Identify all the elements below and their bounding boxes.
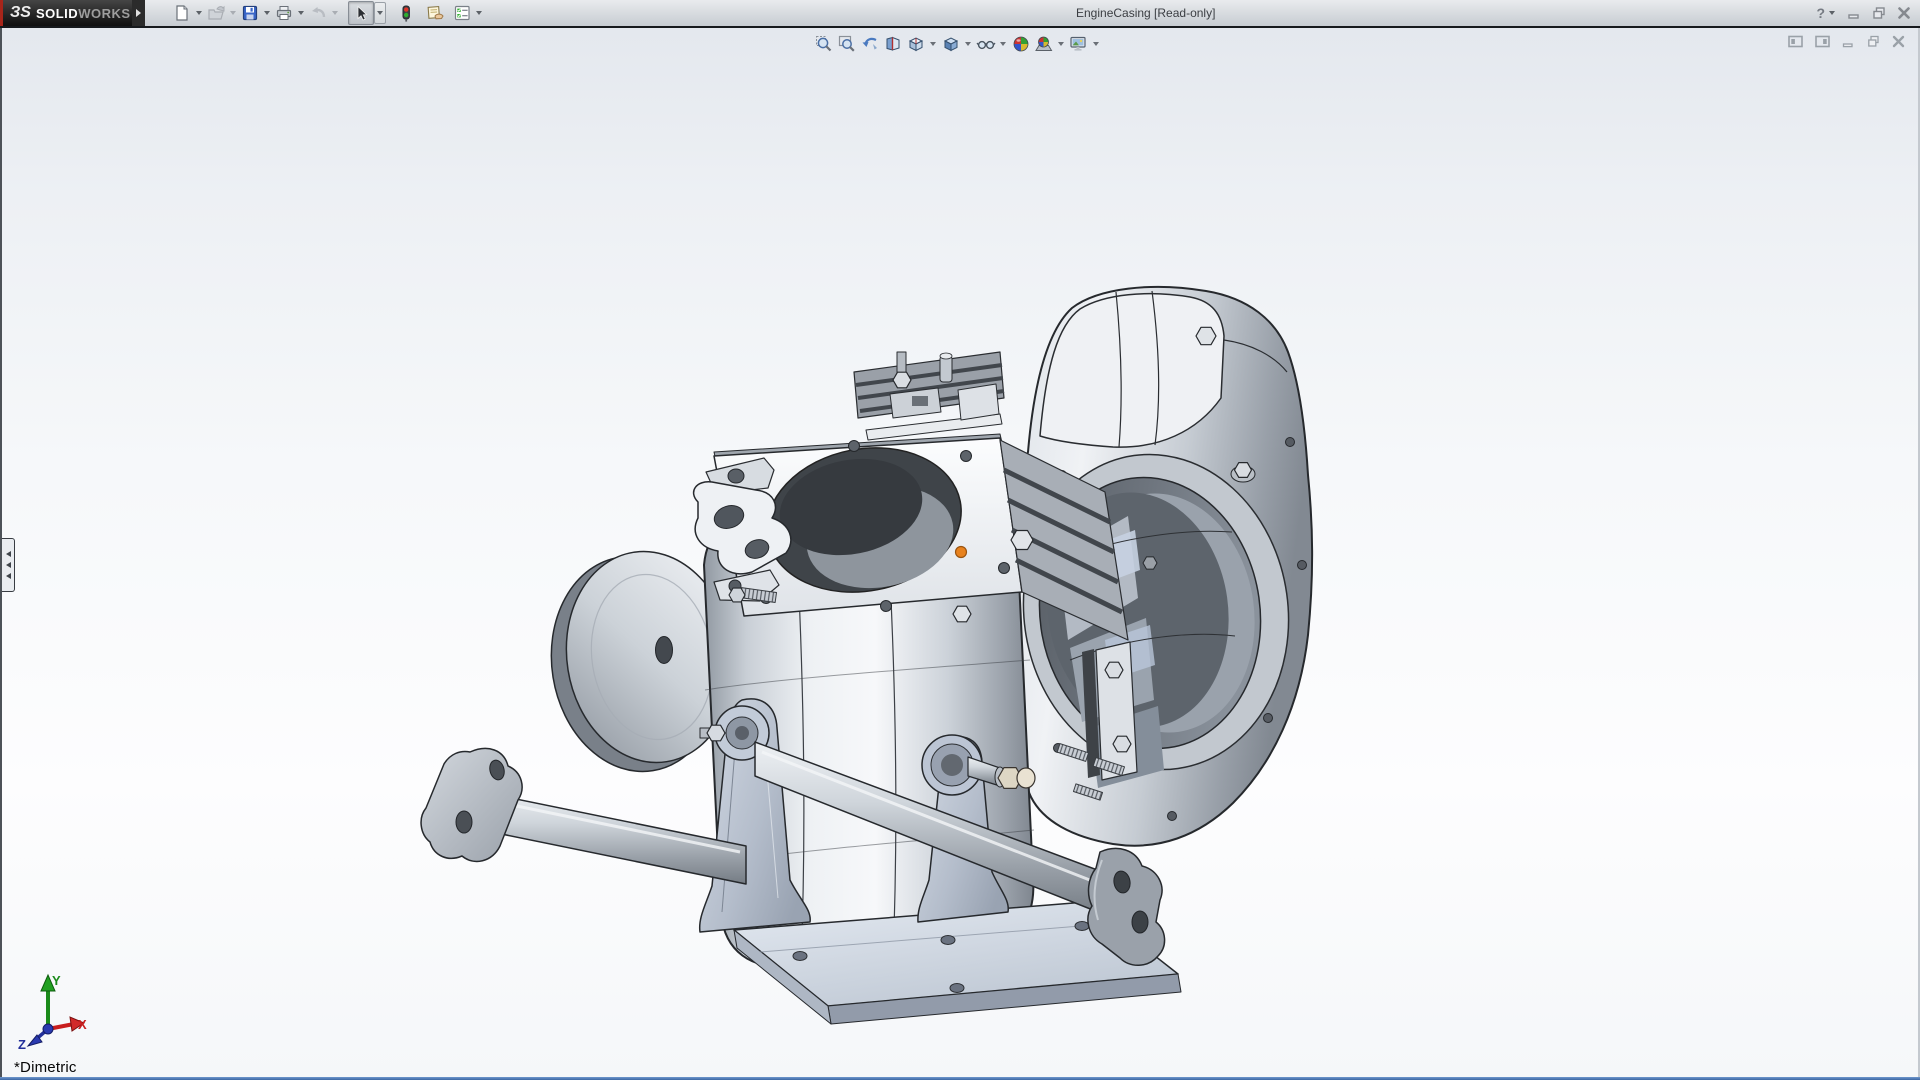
brand-name-light: WORKS xyxy=(78,5,131,21)
zoom-to-fit-button[interactable] xyxy=(812,32,835,55)
new-document-icon xyxy=(176,5,188,21)
print-dropdown[interactable] xyxy=(296,2,306,24)
triad-y-label: Y xyxy=(52,973,61,988)
undo-icon xyxy=(312,7,326,18)
triad-x-label: X xyxy=(78,1017,87,1032)
open-button[interactable] xyxy=(204,2,228,24)
triad-z-label: Z xyxy=(18,1037,26,1051)
window-title: EngineCasing [Read-only] xyxy=(1076,6,1216,20)
open-dropdown[interactable] xyxy=(228,2,238,24)
display-style-dropdown[interactable] xyxy=(962,32,974,55)
restore-icon xyxy=(1873,7,1885,19)
brand-red-edge xyxy=(0,0,3,26)
view-orientation-label: *Dimetric xyxy=(14,1059,77,1076)
print-icon xyxy=(276,6,292,20)
undo-dropdown[interactable] xyxy=(330,2,340,24)
display-style-button[interactable] xyxy=(939,32,962,55)
undo-button[interactable] xyxy=(306,2,330,24)
close-button[interactable] xyxy=(1896,5,1912,21)
stoplight-icon xyxy=(402,5,410,22)
previous-view-icon xyxy=(862,37,877,49)
brand-name-bold: SOLID xyxy=(35,5,79,21)
help-dropdown[interactable] xyxy=(1827,2,1837,24)
doc-minimize-icon xyxy=(1842,43,1853,48)
hide-show-items-button[interactable] xyxy=(974,32,997,55)
pane-right-button[interactable] xyxy=(1814,34,1831,54)
options-icon xyxy=(454,5,470,21)
doc-close-button[interactable] xyxy=(1891,34,1906,54)
doc-restore-button[interactable] xyxy=(1866,34,1881,54)
window-controls: ? xyxy=(1814,2,1912,24)
select-tool-dropdown[interactable] xyxy=(374,2,386,24)
section-view-button[interactable] xyxy=(881,32,904,55)
file-properties-icon xyxy=(427,6,444,20)
view-settings-button[interactable] xyxy=(1067,32,1090,55)
pane-right-icon xyxy=(1815,35,1830,48)
apply-scene-button[interactable] xyxy=(1032,32,1055,55)
left-mount-shaft[interactable] xyxy=(420,747,747,885)
section-view-icon xyxy=(886,36,899,51)
selection-marker[interactable] xyxy=(954,545,968,559)
open-icon xyxy=(207,5,224,20)
edit-appearance-button[interactable] xyxy=(1009,32,1032,55)
options-button[interactable] xyxy=(450,2,474,24)
minimize-icon xyxy=(1848,14,1859,19)
model-canvas[interactable] xyxy=(2,28,1918,1077)
edit-appearance-icon xyxy=(1013,36,1028,51)
minimize-button[interactable] xyxy=(1846,5,1862,21)
view-settings-dropdown[interactable] xyxy=(1090,32,1102,55)
doc-minimize-button[interactable] xyxy=(1841,34,1856,54)
close-icon xyxy=(1898,7,1910,19)
solidworks-window: ЗS SOLID WORKS EngineCasing [Read-only] … xyxy=(0,0,1920,1080)
menu-flyout-arrow[interactable] xyxy=(132,0,145,26)
select-tool-button[interactable] xyxy=(348,1,374,25)
apply-scene-icon xyxy=(1035,36,1053,51)
hide-show-items-icon xyxy=(975,40,996,49)
new-document-button[interactable] xyxy=(170,2,194,24)
document-window-controls xyxy=(1777,34,1906,54)
doc-close-icon xyxy=(1892,35,1905,48)
file-toolbar xyxy=(170,1,484,25)
restore-button[interactable] xyxy=(1871,5,1887,21)
save-dropdown[interactable] xyxy=(262,2,272,24)
previous-view-button[interactable] xyxy=(858,32,881,55)
new-document-dropdown[interactable] xyxy=(194,2,204,24)
save-icon xyxy=(242,5,258,21)
hide-show-items-dropdown[interactable] xyxy=(997,32,1009,55)
view-orientation-icon xyxy=(908,36,923,51)
zoom-to-area-button[interactable] xyxy=(835,32,858,55)
view-orientation-button[interactable] xyxy=(904,32,927,55)
view-orientation-dropdown[interactable] xyxy=(927,32,939,55)
headsup-view-toolbar xyxy=(812,32,1102,55)
pane-left-button[interactable] xyxy=(1787,34,1804,54)
doc-restore-icon xyxy=(1868,35,1879,47)
titlebar: ЗS SOLID WORKS EngineCasing [Read-only] … xyxy=(0,0,1920,28)
options-dropdown[interactable] xyxy=(474,2,484,24)
brand-glyph: ЗS xyxy=(10,4,31,21)
pane-left-icon xyxy=(1788,35,1803,48)
apply-scene-dropdown[interactable] xyxy=(1055,32,1067,55)
zoom-to-area-icon xyxy=(838,35,855,52)
zoom-to-fit-icon xyxy=(815,35,831,51)
file-properties-button[interactable] xyxy=(423,2,447,24)
display-style-icon xyxy=(943,36,958,51)
print-button[interactable] xyxy=(272,2,296,24)
select-cursor-icon xyxy=(357,5,368,21)
view-settings-icon xyxy=(1070,36,1086,51)
reference-triad: Y X Z xyxy=(18,973,87,1051)
stoplight-button[interactable] xyxy=(394,2,418,24)
graphics-viewport[interactable]: Y X Z *Dimetric xyxy=(2,28,1918,1077)
engine-casing-model[interactable] xyxy=(420,285,1314,1025)
solidworks-logo: ЗS SOLID WORKS xyxy=(0,0,132,26)
help-button[interactable]: ? xyxy=(1814,5,1827,21)
feature-manager-collapsed-tab[interactable] xyxy=(2,538,15,592)
save-button[interactable] xyxy=(238,2,262,24)
